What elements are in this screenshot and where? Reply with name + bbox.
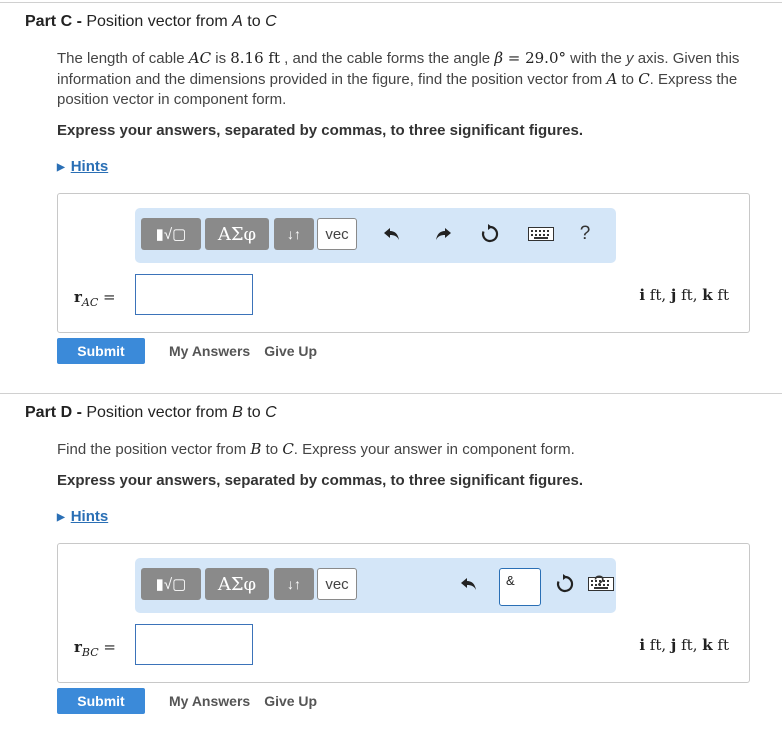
help-button[interactable]: ? [585, 570, 613, 598]
math-toolbar: ▮√▢ ΑΣφ ↓↑ vec ? [135, 208, 616, 263]
caret-right-icon: ▶ [57, 512, 65, 523]
math-toolbar: ▮√▢ ΑΣφ ↓↑ vec & [135, 558, 616, 613]
my-answers-link[interactable]: My Answers [169, 343, 250, 359]
part-c-hints-toggle[interactable]: ▶ Hints [57, 158, 108, 175]
units-label: i ft, j ft, k ft [639, 636, 729, 654]
subscript-superscript-button[interactable]: ↓↑ [274, 568, 314, 600]
part-d-answer-box: ▮√▢ ΑΣφ ↓↑ vec & ? rBC = i ft, j ft, k f… [57, 543, 750, 683]
keyboard-icon[interactable] [527, 220, 555, 248]
reset-icon[interactable] [476, 220, 504, 248]
units-label: i ft, j ft, k ft [639, 286, 729, 304]
submit-button[interactable]: Submit [57, 338, 145, 364]
caret-right-icon: ▶ [57, 162, 65, 173]
templates-button[interactable]: ▮√▢ [141, 218, 201, 250]
vector-button[interactable]: vec [317, 218, 357, 250]
undo-icon[interactable] [455, 570, 483, 598]
help-button[interactable]: ? [571, 220, 599, 248]
variable-label: rAC = [74, 288, 116, 309]
part-d-title: Part D - Position vector from B to C [25, 404, 277, 421]
templates-button[interactable]: ▮√▢ [141, 568, 201, 600]
answer-input[interactable] [135, 274, 253, 315]
greek-symbols-button[interactable]: ΑΣφ [205, 568, 269, 600]
answer-links: My Answers Give Up [169, 693, 317, 709]
section-divider [0, 393, 782, 394]
part-c-instruction: Express your answers, separated by comma… [57, 122, 584, 139]
part-c-description: The length of cable AC is 8.16 ft , and … [57, 49, 740, 108]
top-divider [0, 2, 782, 3]
part-d-instruction: Express your answers, separated by comma… [57, 472, 584, 489]
greek-symbols-button[interactable]: ΑΣφ [205, 218, 269, 250]
submit-button[interactable]: Submit [57, 688, 145, 714]
answer-input[interactable] [135, 624, 253, 665]
part-label: Part D [25, 404, 73, 421]
undo-icon[interactable] [378, 220, 406, 248]
vector-button[interactable]: vec [317, 568, 357, 600]
variable-label: rBC = [74, 638, 116, 659]
my-answers-link[interactable]: My Answers [169, 693, 250, 709]
subscript-superscript-button[interactable]: ↓↑ [274, 218, 314, 250]
part-d-hints-toggle[interactable]: ▶ Hints [57, 508, 108, 525]
part-d-description: Find the position vector from B to C. Ex… [57, 440, 575, 458]
give-up-link[interactable]: Give Up [264, 343, 317, 359]
part-c-answer-box: ▮√▢ ΑΣφ ↓↑ vec ? rAC = i ft, j ft, k ft [57, 193, 750, 333]
redo-icon[interactable] [429, 220, 457, 248]
part-label: Part C [25, 13, 73, 30]
answer-links: My Answers Give Up [169, 343, 317, 359]
special-character-button[interactable]: & [499, 568, 541, 606]
reset-icon[interactable] [551, 570, 579, 598]
give-up-link[interactable]: Give Up [264, 693, 317, 709]
part-c-title: Part C - Position vector from A to C [25, 13, 277, 30]
